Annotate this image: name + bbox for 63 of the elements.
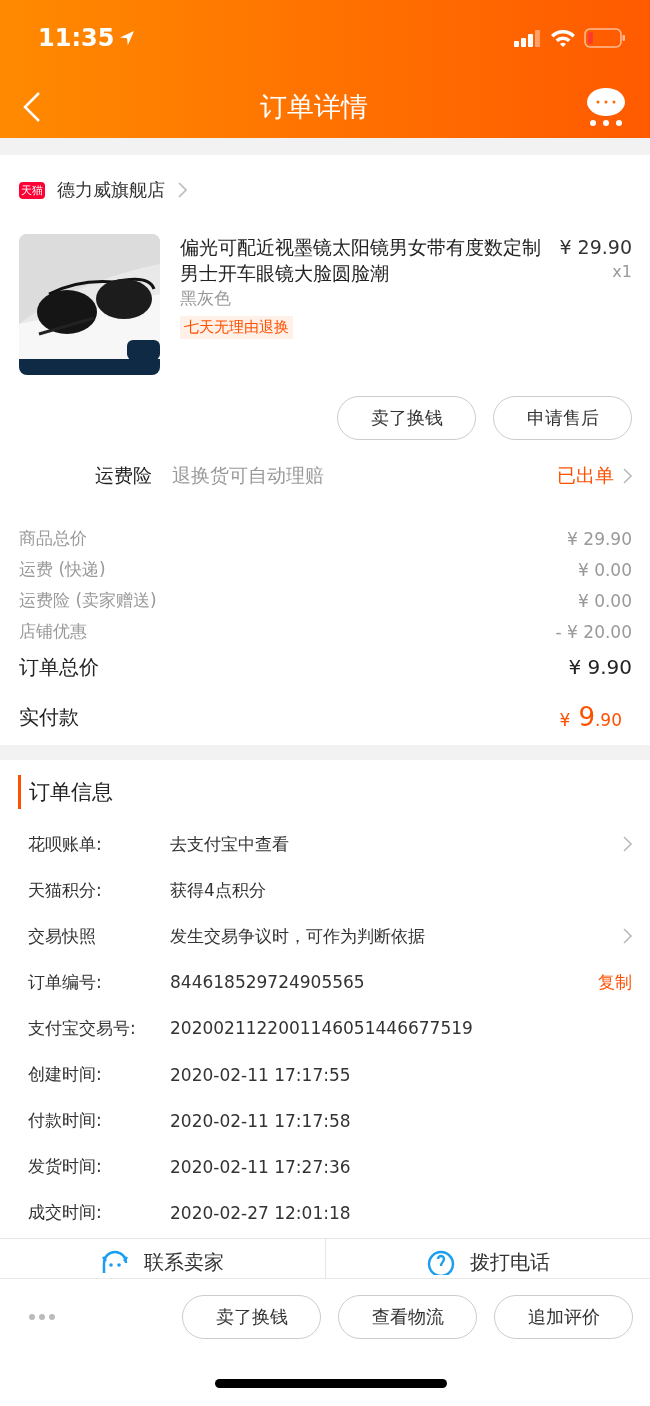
info-label: 支付宝交易号: <box>28 1016 137 1040</box>
cost-value: ¥ 0.00 <box>577 559 632 580</box>
back-button[interactable] <box>22 90 42 123</box>
status-time: 11:35 <box>38 23 115 52</box>
wifi-icon <box>550 27 576 48</box>
cost-label: 运费险 (卖家赠送) <box>19 589 157 612</box>
insurance-description: 退换货可自动理赔 <box>172 463 325 488</box>
info-label: 交易快照 <box>28 924 97 948</box>
action-button[interactable]: 卖了换钱 <box>182 1295 321 1339</box>
action-button[interactable]: 卖了换钱 <box>337 396 476 440</box>
battery-icon <box>584 27 626 48</box>
store-name[interactable]: 德力威旗舰店 <box>57 178 165 202</box>
chevron-icon[interactable] <box>622 928 632 945</box>
product-price: ¥ 29.90 <box>559 235 632 260</box>
help-icon <box>425 1249 456 1275</box>
chevron-icon[interactable] <box>622 836 632 853</box>
action-button[interactable]: 申请售后 <box>493 396 632 440</box>
info-label: 成交时间: <box>28 1201 103 1225</box>
cost-value: ¥ 0.00 <box>577 590 632 611</box>
cost-label: 店铺优惠 <box>19 620 87 643</box>
currency-sign: ¥ <box>559 710 571 730</box>
info-label: 付款时间: <box>28 1109 103 1133</box>
page-title: 订单详情 <box>260 89 368 124</box>
paid-integer: 9 <box>578 702 595 732</box>
message-button[interactable] <box>586 86 626 127</box>
chevron-icon <box>622 468 632 484</box>
return-tag: 七天无理由退换 <box>180 316 293 339</box>
action-button[interactable]: 查看物流 <box>338 1295 477 1339</box>
store-badge: 天猫 <box>19 181 45 199</box>
info-value: 2020-02-27 12:01:18 <box>170 1202 352 1223</box>
product-title[interactable]: 偏光可配近视墨镜太阳镜男女带有度数定制男士开车眼镜大脸圆脸潮 <box>180 234 550 286</box>
info-value: 2020-02-11 17:27:36 <box>170 1156 352 1177</box>
info-value: 去支付宝中查看 <box>170 832 290 856</box>
total-label: 订单总价 <box>19 653 99 681</box>
cost-value: ¥ 29.90 <box>567 528 632 549</box>
info-value: 2020-02-11 17:17:55 <box>170 1064 352 1085</box>
contact-button[interactable]: 联系卖家 <box>0 1239 325 1278</box>
info-value: 获得4点积分 <box>170 878 267 902</box>
info-label: 发货时间: <box>28 1155 103 1179</box>
info-label: 天猫积分: <box>28 878 103 902</box>
more-icon[interactable] <box>28 1313 56 1321</box>
product-variant: 黑灰色 <box>180 287 231 310</box>
info-label: 创建时间: <box>28 1063 103 1086</box>
chat-icon <box>100 1249 131 1275</box>
quantity: x1 <box>612 261 632 283</box>
info-label: 订单编号: <box>28 970 103 994</box>
cost-label: 运费 (快递) <box>19 558 106 581</box>
cost-value: - ¥ 20.00 <box>555 621 632 642</box>
section-title: 订单信息 <box>18 775 632 809</box>
insurance-label: 运费险 <box>95 463 152 488</box>
info-value: 发生交易争议时，可作为判断依据 <box>170 924 426 948</box>
paid-decimal: .90 <box>594 710 622 730</box>
info-value: 2020021122001146051446677519 <box>170 1018 474 1039</box>
info-label: 花呗账单: <box>28 832 103 856</box>
cost-label: 商品总价 <box>19 527 87 550</box>
total-value: ¥ 9.90 <box>568 655 632 679</box>
location-icon <box>118 28 137 47</box>
info-value: 844618529724905565 <box>170 972 366 993</box>
chevron-icon <box>177 182 187 198</box>
action-button[interactable]: 追加评价 <box>494 1295 633 1339</box>
info-value: 2020-02-11 17:17:58 <box>170 1110 352 1131</box>
paid-label: 实付款 <box>19 703 79 731</box>
signal-icon <box>514 28 542 47</box>
